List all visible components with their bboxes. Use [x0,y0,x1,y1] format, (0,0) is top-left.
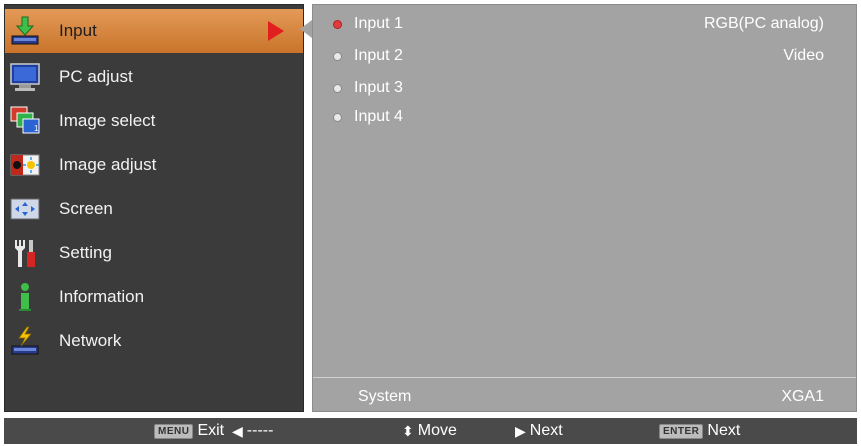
input-icon [9,15,41,47]
screen-icon [9,193,41,225]
move-hint: ⬍ Move [402,418,457,444]
menu-item-label: Image select [59,111,156,130]
network-icon [9,325,41,357]
input-option-label: Input 2 [354,47,403,64]
menu-item-image-adjust[interactable]: Image adjust [5,143,303,187]
next-label: Next [529,422,563,439]
input-option-label: Input 4 [354,108,403,125]
arrow-right-icon: ▶ [515,422,526,439]
image-select-icon: 1 [9,105,41,137]
menu-item-label: Network [59,331,122,350]
menu-item-screen[interactable]: Screen [5,187,303,231]
menu-item-information[interactable]: Information [5,275,303,319]
main-menu: Input PC adjust 1 Image select Image adj… [4,4,304,412]
menu-item-label: Setting [59,243,112,262]
radio-selected-icon [333,19,342,29]
image-adjust-icon [9,149,41,181]
menu-item-label: Image adjust [59,155,157,174]
back-hint: ◀ ----- [232,418,273,444]
arrow-left-icon: ◀ [232,422,243,439]
exit-hint[interactable]: MENU Exit [154,418,224,444]
menu-key-icon: MENU [154,423,194,439]
pc-adjust-icon [9,61,41,93]
navigation-hint-bar: MENU Exit ◀ ----- ⬍ Move ▶ Next ENTER Ne… [4,418,857,444]
menu-item-label: Screen [59,199,113,218]
input-option-3[interactable]: Input 3 [333,76,403,100]
information-icon [9,281,41,313]
input-option-label: Input 3 [354,79,403,96]
menu-item-label: PC adjust [59,67,133,86]
exit-label: Exit [197,422,225,439]
panel-pointer-icon [300,20,312,38]
enter-key-icon: ENTER [659,423,704,439]
menu-item-pc-adjust[interactable]: PC adjust [5,55,303,99]
enter-hint[interactable]: ENTER Next [659,418,740,444]
input-submenu-panel: Input 1 RGB(PC analog) Input 2 Video Inp… [312,4,857,412]
arrow-up-down-icon: ⬍ [402,422,414,439]
input-option-signal: Video [783,47,824,64]
selection-arrow-icon [268,21,284,41]
menu-item-image-select[interactable]: 1 Image select [5,99,303,143]
svg-text:1: 1 [34,124,39,133]
menu-item-input[interactable]: Input [5,9,303,53]
system-value: XGA1 [781,388,824,405]
move-label: Move [417,422,457,439]
input-option-2[interactable]: Input 2 [333,44,403,68]
menu-item-label: Information [59,287,145,306]
osd-frame: Input PC adjust 1 Image select Image adj… [0,0,861,446]
next-hint: ▶ Next [515,418,563,444]
enter-label: Next [707,422,741,439]
input-option-1[interactable]: Input 1 [333,12,403,36]
input-option-label: Input 1 [354,15,403,32]
menu-item-label: Input [59,21,97,40]
back-label: ----- [246,422,274,439]
input-option-4[interactable]: Input 4 [333,105,403,129]
panel-divider [313,377,856,378]
menu-item-setting[interactable]: Setting [5,231,303,275]
radio-icon [333,83,342,93]
radio-icon [333,112,342,122]
setting-icon [9,237,41,269]
input-option-signal: RGB(PC analog) [703,15,824,32]
system-label: System [358,388,412,405]
radio-icon [333,51,342,61]
menu-item-network[interactable]: Network [5,319,303,363]
